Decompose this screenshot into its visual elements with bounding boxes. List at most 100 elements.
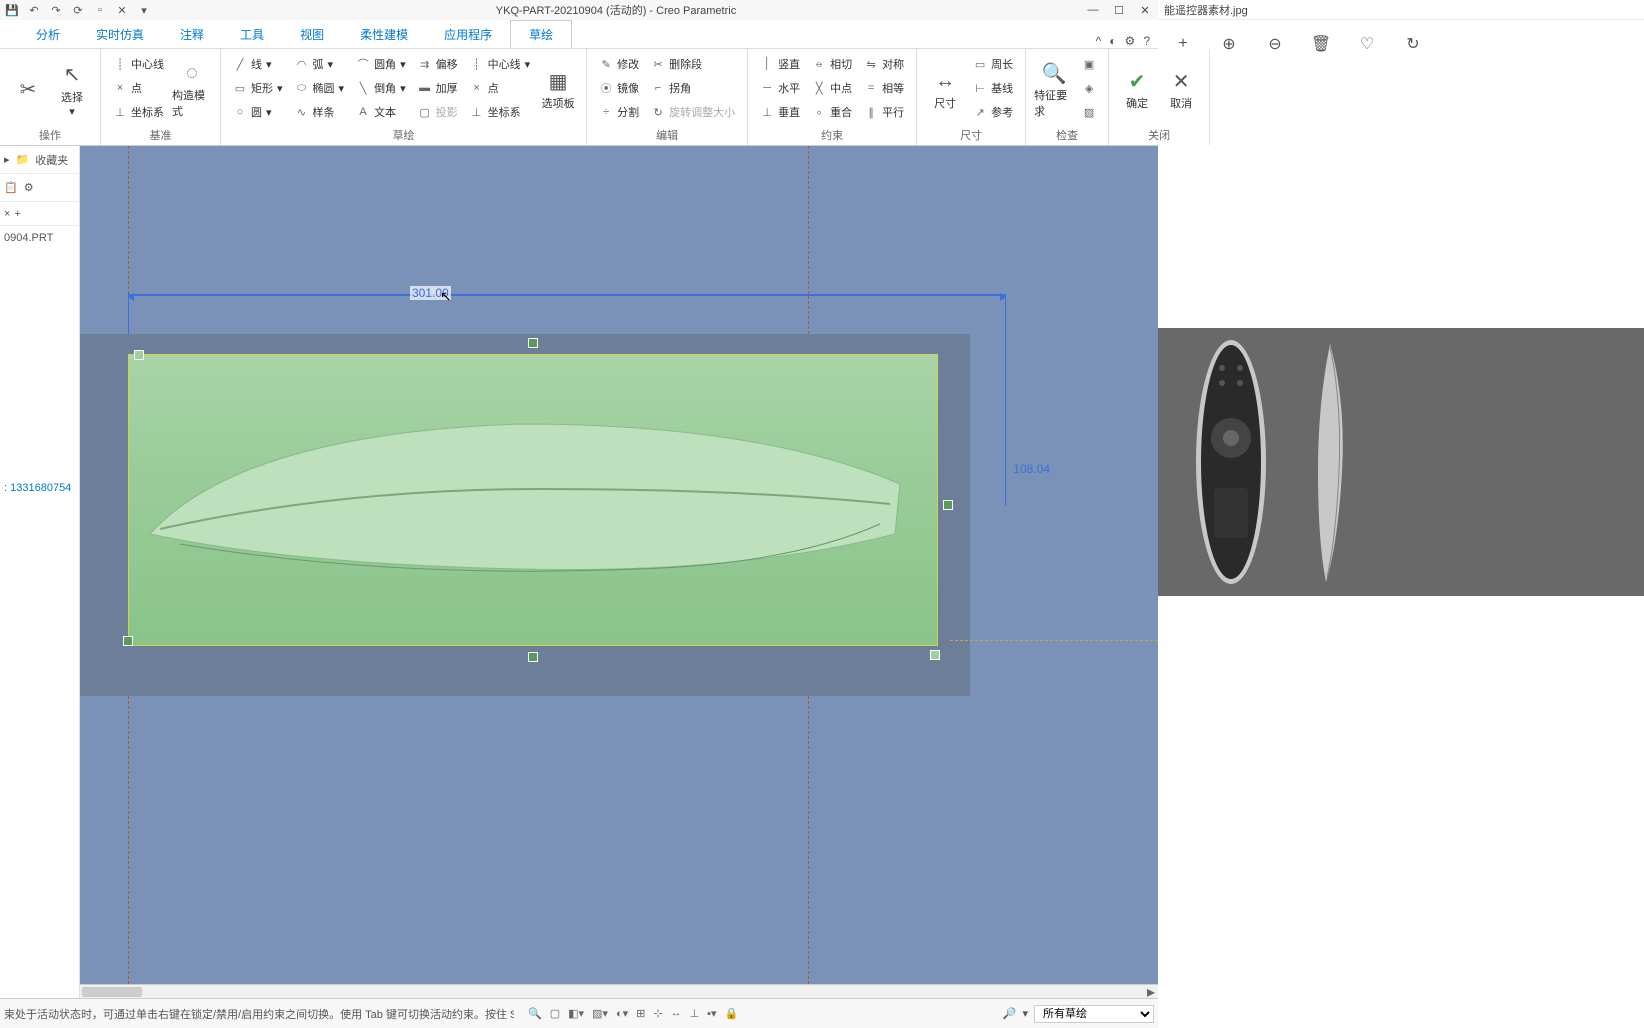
status-repaint-icon[interactable]: ▧▾ — [592, 1007, 608, 1020]
close-button[interactable]: ✕ — [1132, 0, 1158, 20]
selection-handle-bottom[interactable] — [528, 652, 538, 662]
save-icon[interactable]: 💾 — [4, 2, 20, 18]
scroll-right-icon[interactable]: ▸ — [1144, 985, 1158, 999]
select-button[interactable]: ↖选择▾ — [52, 53, 92, 125]
status-refit-icon[interactable]: ▢ — [550, 1007, 560, 1020]
feature-req-button[interactable]: 🔍特征要求 — [1034, 53, 1074, 125]
status-snap-icon[interactable]: ⊹ — [653, 1007, 662, 1020]
perpendicular-button[interactable]: ⊥垂直 — [756, 101, 804, 123]
circle-button[interactable]: ○圆 ▾ — [229, 101, 287, 123]
text-button[interactable]: A文本 — [352, 101, 410, 123]
perimeter-button[interactable]: ▭周长 — [969, 53, 1017, 75]
chamfer-button[interactable]: ╲倒角 ▾ — [352, 77, 410, 99]
coincident-button[interactable]: ∘重合 — [808, 101, 856, 123]
line-button[interactable]: ╱线 ▾ — [229, 53, 287, 75]
reference-button[interactable]: ↗参考 — [969, 101, 1017, 123]
tangent-button[interactable]: ⦵相切 — [808, 53, 856, 75]
theme-icon[interactable]: ◐ — [1109, 34, 1116, 48]
minimize-button[interactable]: — — [1080, 0, 1106, 20]
tree-settings-icon[interactable]: ⚙ — [24, 181, 34, 194]
parallel-button[interactable]: ∥平行 — [860, 101, 908, 123]
ok-button[interactable]: ✔确定 — [1117, 53, 1157, 125]
redo-icon[interactable]: ↷ — [48, 2, 64, 18]
modify-button[interactable]: ✎修改 — [595, 53, 643, 75]
viewer-delete-button[interactable]: 🗑 — [1310, 33, 1332, 55]
corner-button[interactable]: ⌐拐角 — [647, 77, 739, 99]
tab-tools[interactable]: 工具 — [222, 21, 282, 48]
tab-apps[interactable]: 应用程序 — [426, 21, 510, 48]
status-shade-icon[interactable]: ◐▾ — [616, 1007, 628, 1020]
folder-tab-icon[interactable]: 📁 — [16, 153, 30, 166]
dimension-value-vertical[interactable]: 108.04 — [1013, 462, 1050, 476]
baseline-button[interactable]: ⊢基线 — [969, 77, 1017, 99]
ellipse-button[interactable]: ⬭椭圆 ▾ — [291, 77, 349, 99]
delete-seg-button[interactable]: ✂删除段 — [647, 53, 739, 75]
selection-handle-right[interactable] — [943, 500, 953, 510]
close-tab-icon[interactable]: × — [4, 208, 10, 220]
centerline-button[interactable]: ┊中心线 — [109, 53, 168, 75]
selection-handle-top[interactable] — [528, 338, 538, 348]
point-button[interactable]: ×点 — [109, 77, 168, 99]
mirror-button[interactable]: ⦿镜像 — [595, 77, 643, 99]
sketch-canvas[interactable]: 301.00 ↖ 108.04 ◂ ▸ — [80, 146, 1158, 998]
maximize-button[interactable]: ☐ — [1106, 0, 1132, 20]
viewer-rotate-button[interactable]: ↻ — [1402, 33, 1424, 55]
csys2-button[interactable]: ⊥坐标系 — [466, 101, 535, 123]
tab-analysis[interactable]: 分析 — [18, 21, 78, 48]
dimension-horizontal[interactable] — [128, 294, 1006, 296]
cancel-button[interactable]: ✕取消 — [1161, 53, 1201, 125]
arc-button[interactable]: ◠弧 ▾ — [291, 53, 349, 75]
part-file-item[interactable]: 0904.PRT — [0, 226, 79, 250]
regen-icon[interactable]: ⟳ — [70, 2, 86, 18]
project-button[interactable]: ▢投影 — [414, 101, 462, 123]
tab-annotate[interactable]: 注释 — [162, 21, 222, 48]
cut-button[interactable]: ✂ — [8, 53, 48, 125]
help-icon[interactable]: ? — [1143, 34, 1150, 48]
spline-button[interactable]: ∿样条 — [291, 101, 349, 123]
scroll-thumb[interactable] — [82, 987, 142, 997]
selection-handle-corner-br[interactable] — [930, 650, 940, 660]
tab-sketch[interactable]: 草绘 — [510, 20, 572, 48]
highlight-button[interactable]: ◈ — [1078, 77, 1100, 99]
csys-button[interactable]: ⊥坐标系 — [109, 101, 168, 123]
dimension-button[interactable]: ↔尺寸 — [925, 53, 965, 125]
tab-live-sim[interactable]: 实时仿真 — [78, 21, 162, 48]
selection-filter-select[interactable]: 所有草绘 — [1034, 1005, 1154, 1023]
windows-icon[interactable]: ▫ — [92, 2, 108, 18]
status-grid-icon[interactable]: ⊞ — [636, 1007, 645, 1020]
centerline2-button[interactable]: ┊中心线 ▾ — [466, 53, 535, 75]
horizontal-scrollbar[interactable]: ◂ ▸ — [80, 984, 1158, 998]
add-tab-icon[interactable]: + — [14, 208, 20, 220]
tree-icon[interactable]: 📋 — [4, 181, 18, 194]
viewer-zoom-out-button[interactable]: ⊖ — [1264, 33, 1286, 55]
overlap-button[interactable]: ▣ — [1078, 53, 1100, 75]
tab-view[interactable]: 视图 — [282, 21, 342, 48]
symmetric-button[interactable]: ⇋对称 — [860, 53, 908, 75]
selection-handle-corner-tl[interactable] — [134, 350, 144, 360]
equal-button[interactable]: =相等 — [860, 77, 908, 99]
fillet-button[interactable]: ⌒圆角 ▾ — [352, 53, 410, 75]
palette-button[interactable]: ▦选项板 — [538, 53, 578, 125]
status-constrain-icon[interactable]: ⊥ — [690, 1007, 700, 1020]
viewer-zoom-in-button[interactable]: ⊕ — [1218, 33, 1240, 55]
favorites-label[interactable]: 收藏夹 — [35, 152, 68, 168]
status-display-icon[interactable]: ◧▾ — [568, 1007, 584, 1020]
status-zoom-icon[interactable]: 🔍 — [528, 1007, 542, 1020]
status-vertex-icon[interactable]: ▪▾ — [707, 1007, 716, 1020]
tab-flex[interactable]: 柔性建模 — [342, 21, 426, 48]
vertical-button[interactable]: │竖直 — [756, 53, 804, 75]
thicken-button[interactable]: ▬加厚 — [414, 77, 462, 99]
rotate-resize-button[interactable]: ↻旋转调整大小 — [647, 101, 739, 123]
status-dim-icon[interactable]: ↔ — [671, 1007, 682, 1020]
point2-button[interactable]: ×点 — [466, 77, 535, 99]
shade-button[interactable]: ▨ — [1078, 101, 1100, 123]
status-find-icon[interactable]: 🔎 — [1003, 1007, 1017, 1020]
ribbon-collapse-icon[interactable]: ^ — [1096, 34, 1102, 48]
selection-handle-left[interactable] — [123, 636, 133, 646]
qat-more-icon[interactable]: ▾ — [136, 2, 152, 18]
midpoint-button[interactable]: ╳中点 — [808, 77, 856, 99]
status-lock-icon[interactable]: 🔒 — [725, 1007, 739, 1020]
close-win-icon[interactable]: ✕ — [114, 2, 130, 18]
status-geom-icon[interactable]: ▾ — [1022, 1007, 1028, 1020]
offset-button[interactable]: ⇉偏移 — [414, 53, 462, 75]
